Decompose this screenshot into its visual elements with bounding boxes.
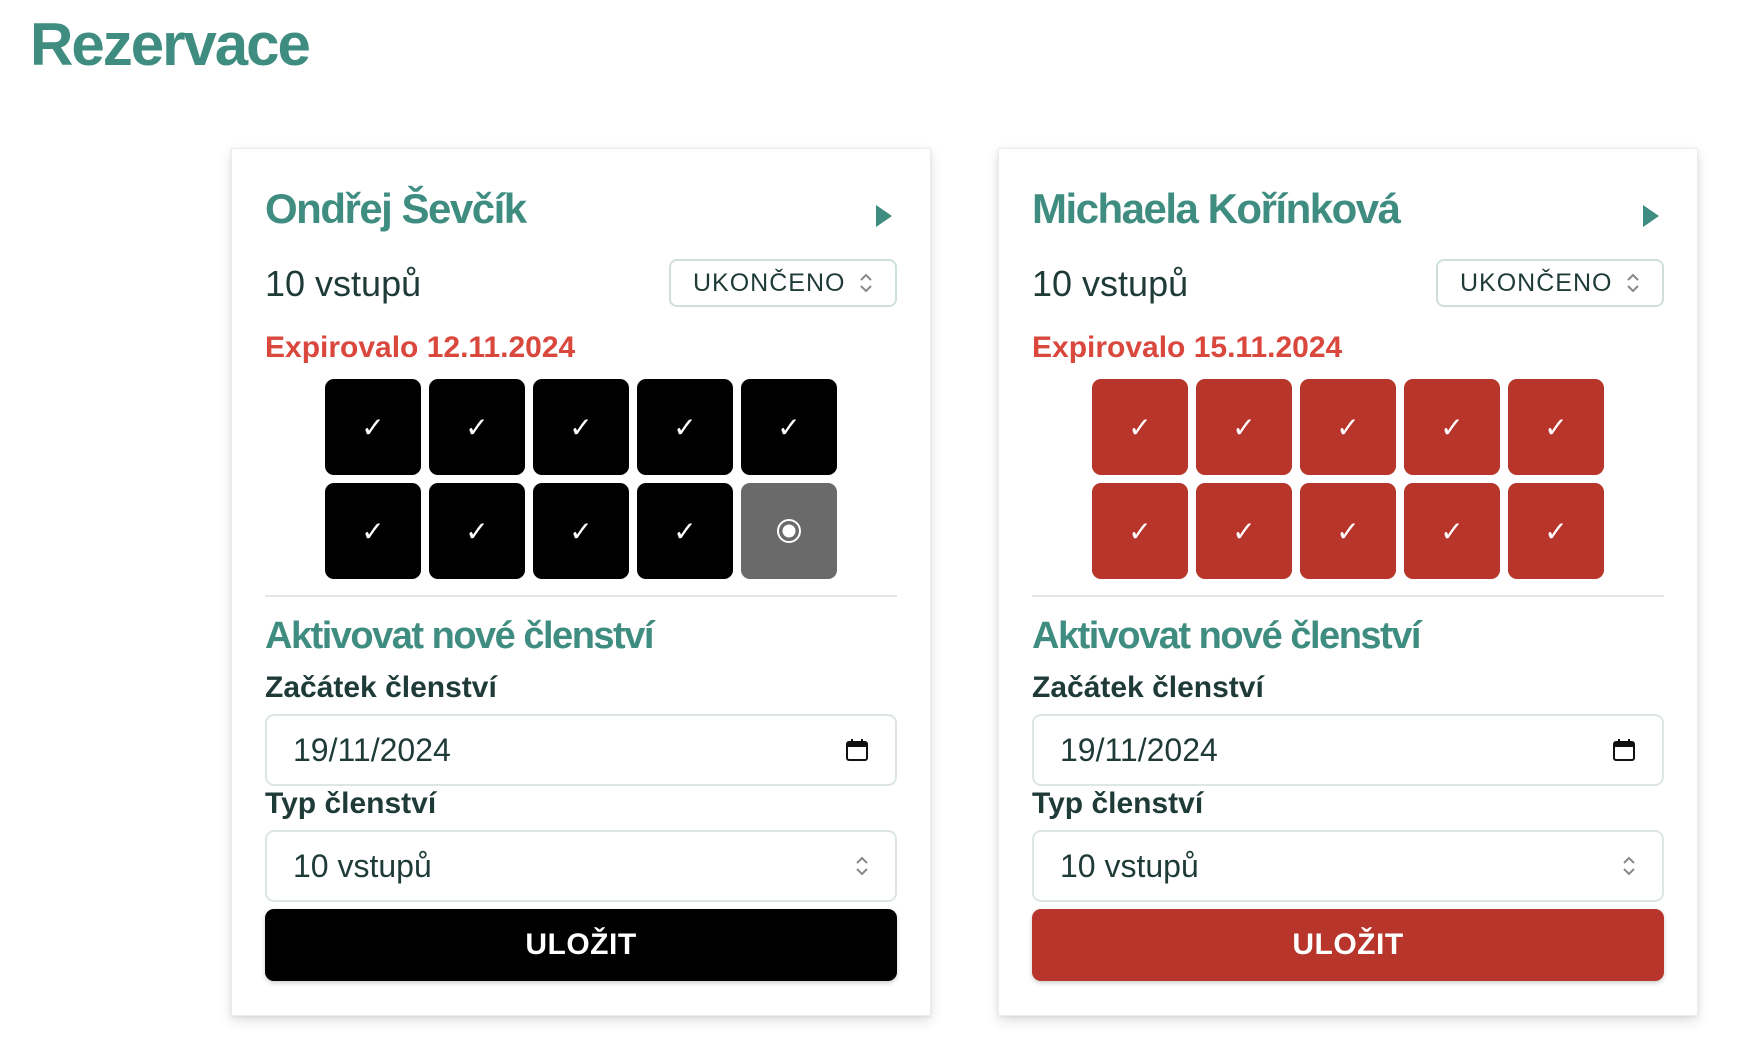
- divider: [265, 595, 897, 597]
- save-button[interactable]: ULOŽIT: [265, 909, 897, 981]
- membership-type-value: 10 vstupů: [293, 847, 432, 884]
- section-heading: Aktivovat nové členství: [265, 615, 654, 657]
- radio-pending-icon: [777, 519, 801, 543]
- entry-used[interactable]: ✓: [1092, 379, 1188, 475]
- entry-used[interactable]: ✓: [533, 483, 629, 579]
- start-date-label: Začátek členství: [265, 671, 497, 704]
- calendar-icon[interactable]: [845, 738, 869, 762]
- membership-type-label: Typ členství: [265, 787, 437, 820]
- start-date-value: 19/11/2024: [293, 731, 451, 768]
- entries-count: 10 vstupů: [1032, 263, 1189, 304]
- entry-used[interactable]: ✓: [1196, 379, 1292, 475]
- entry-used[interactable]: ✓: [1196, 483, 1292, 579]
- start-date-input[interactable]: 19/11/2024: [265, 714, 897, 786]
- membership-type-select[interactable]: 10 vstupů: [265, 830, 897, 902]
- entry-used[interactable]: ✓: [1404, 483, 1500, 579]
- chevron-updown-icon: [860, 273, 872, 293]
- membership-type-label: Typ členství: [1032, 787, 1204, 820]
- entry-used[interactable]: ✓: [1300, 483, 1396, 579]
- entry-used[interactable]: ✓: [533, 379, 629, 475]
- chevron-updown-icon: [1623, 856, 1635, 876]
- membership-card: Ondřej Ševčík 10 vstupů UKONČENO Expirov…: [231, 148, 931, 1016]
- start-date-label: Začátek členství: [1032, 671, 1264, 704]
- member-name: Ondřej Ševčík: [265, 185, 527, 232]
- expired-date: Expirovalo 15.11.2024: [1032, 331, 1343, 364]
- entry-used[interactable]: ✓: [325, 483, 421, 579]
- chevron-updown-icon: [1627, 273, 1639, 293]
- expired-date: Expirovalo 12.11.2024: [265, 331, 576, 364]
- membership-card: Michaela Kořínková 10 vstupů UKONČENO Ex…: [998, 148, 1698, 1016]
- entries-count: 10 vstupů: [265, 263, 422, 304]
- entry-used[interactable]: ✓: [1404, 379, 1500, 475]
- entry-grid: ✓ ✓ ✓ ✓ ✓ ✓ ✓ ✓ ✓ ✓: [1092, 379, 1612, 579]
- entry-used[interactable]: ✓: [1092, 483, 1188, 579]
- play-icon[interactable]: [1639, 201, 1665, 231]
- entry-used[interactable]: ✓: [637, 483, 733, 579]
- membership-type-select[interactable]: 10 vstupů: [1032, 830, 1664, 902]
- play-icon[interactable]: [872, 201, 898, 231]
- entry-used[interactable]: ✓: [637, 379, 733, 475]
- status-select[interactable]: UKONČENO: [1436, 259, 1664, 307]
- start-date-value: 19/11/2024: [1060, 731, 1218, 768]
- entry-grid: ✓ ✓ ✓ ✓ ✓ ✓ ✓ ✓ ✓: [325, 379, 845, 579]
- entry-used[interactable]: ✓: [1508, 483, 1604, 579]
- entry-used[interactable]: ✓: [741, 379, 837, 475]
- save-button[interactable]: ULOŽIT: [1032, 909, 1664, 981]
- page-title: Rezervace: [30, 11, 311, 78]
- section-heading: Aktivovat nové členství: [1032, 615, 1421, 657]
- entry-used[interactable]: ✓: [1300, 379, 1396, 475]
- divider: [1032, 595, 1664, 597]
- entry-used[interactable]: ✓: [429, 483, 525, 579]
- start-date-input[interactable]: 19/11/2024: [1032, 714, 1664, 786]
- status-select[interactable]: UKONČENO: [669, 259, 897, 307]
- calendar-icon[interactable]: [1612, 738, 1636, 762]
- entry-pending[interactable]: [741, 483, 837, 579]
- status-value: UKONČENO: [693, 268, 846, 297]
- chevron-updown-icon: [856, 856, 868, 876]
- status-value: UKONČENO: [1460, 268, 1613, 297]
- membership-type-value: 10 vstupů: [1060, 847, 1199, 884]
- member-name: Michaela Kořínková: [1032, 185, 1401, 232]
- entry-used[interactable]: ✓: [325, 379, 421, 475]
- entry-used[interactable]: ✓: [1508, 379, 1604, 475]
- entry-used[interactable]: ✓: [429, 379, 525, 475]
